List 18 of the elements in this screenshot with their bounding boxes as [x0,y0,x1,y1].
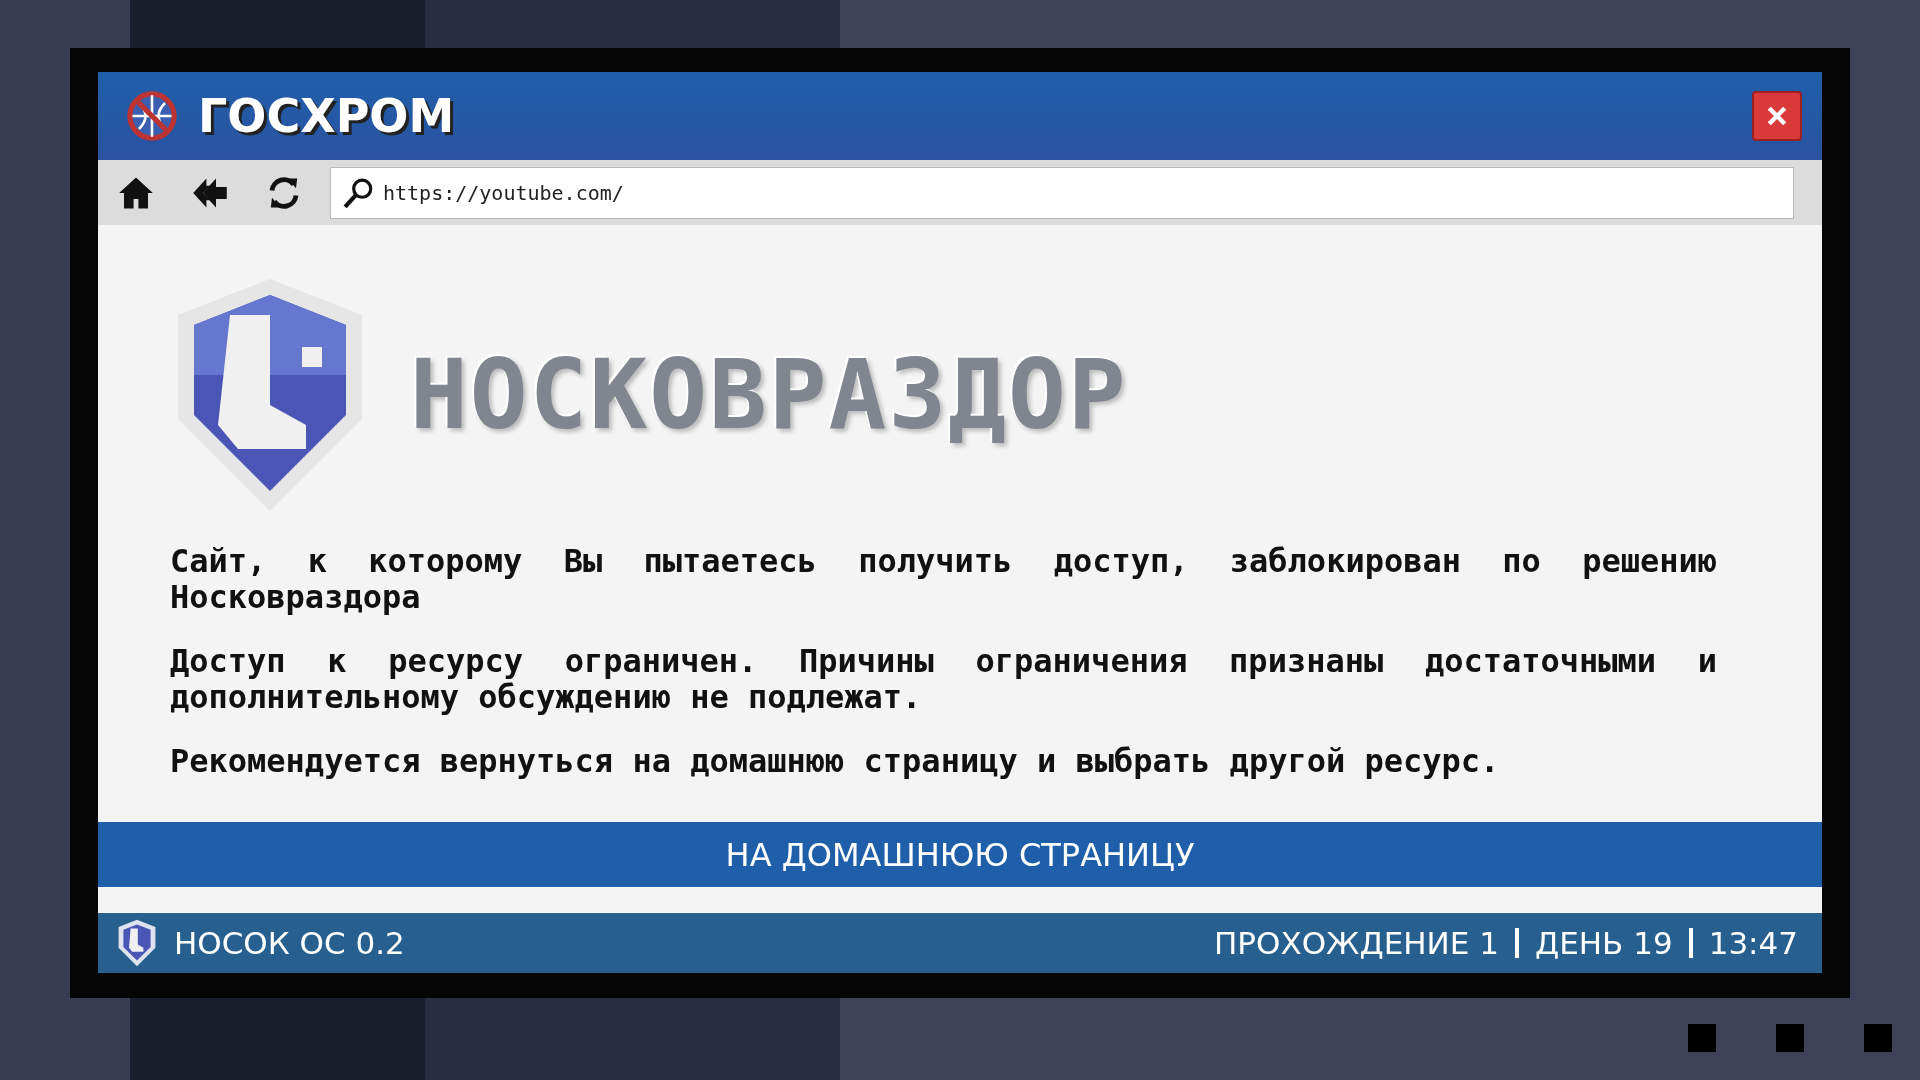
message-paragraph: Рекомендуется вернуться на домашнюю страницу и выбрать другой ресурс. [170,743,1501,779]
os-version: НОСОК ОС 0.2 [174,925,405,961]
status-text: 13:47 [1708,925,1798,961]
status-text: ПРОХОЖДЕНИЕ 1 [1214,925,1499,961]
message-paragraph: Доступ к ресурсу ограничен. Причины ограничения признаны достаточными и дополнительному обсуждению не подлежат. [170,643,1717,715]
search-icon [343,176,375,209]
indicator-square [1864,1024,1892,1052]
status-text: ДЕНЬ 19 [1534,925,1673,961]
message-paragraph: Сайт, к которому Вы пытаетесь получить доступ, заблокирован по решению Носковраздора [170,543,1717,615]
indicator-square [1776,1024,1804,1052]
close-icon [1766,105,1788,127]
home-page-button[interactable]: НА ДОМАШНЮЮ СТРАНИЦУ [98,822,1822,887]
address-field[interactable]: https://youtube.com/ [330,166,1794,219]
indicator-square [1688,1024,1716,1052]
close-button[interactable] [1752,91,1802,141]
window-title: ГОСХРОМ [198,89,455,143]
globe-icon [126,90,178,142]
brand-title: НОСКОВРАЗДОР [410,339,1128,451]
